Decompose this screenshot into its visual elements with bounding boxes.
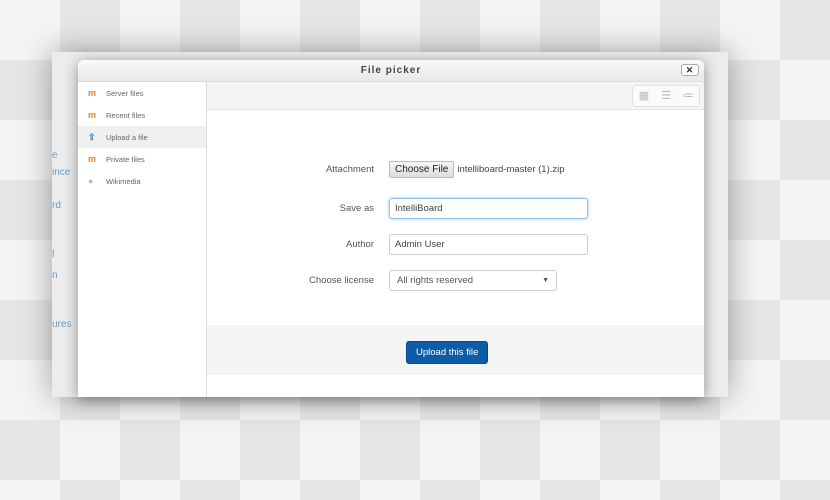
file-picker-dialog: File picker ✕ m Server files m Recent file… <box>78 60 704 397</box>
main-panel: ▦ ☰ ≔ Attachment Choose File intelliboar… <box>207 82 704 397</box>
save-as-label: Save as <box>339 203 374 214</box>
toolbar: ▦ ☰ ≔ <box>207 82 704 110</box>
sidebar-item-label: Wikimedia <box>106 176 141 186</box>
sidebar-item-recent-files[interactable]: m Recent files <box>78 104 206 126</box>
bg-text: ures <box>52 319 72 330</box>
dropdown-arrow-icon: ▼ <box>542 277 549 284</box>
sidebar-item-label: Server files <box>106 88 144 98</box>
wikimedia-icon: ● <box>88 175 94 186</box>
bg-text: e <box>52 150 58 161</box>
bg-text: n <box>52 270 58 281</box>
icons-view-icon[interactable]: ▦ <box>633 86 655 106</box>
dialog-title: File picker <box>360 65 422 76</box>
repository-sidebar: m Server files m Recent files ⇪ Upload a fi… <box>78 82 207 397</box>
sidebar-item-upload-a-file[interactable]: ⇪ Upload a file <box>78 126 206 148</box>
bg-text: l <box>52 249 55 260</box>
moodle-icon: m <box>88 87 97 98</box>
dialog-footer: Upload this file <box>207 325 704 375</box>
choose-file-button[interactable]: Choose File <box>389 161 455 178</box>
dialog-header: File picker ✕ <box>78 60 704 82</box>
license-select[interactable]: All rights reserved ▼ <box>389 270 557 291</box>
sidebar-item-wikimedia[interactable]: ● Wikimedia <box>78 170 206 192</box>
license-value: All rights reserved <box>397 275 474 286</box>
view-switcher: ▦ ☰ ≔ <box>632 85 700 107</box>
close-button[interactable]: ✕ <box>681 64 699 76</box>
moodle-icon: m <box>88 153 97 164</box>
sidebar-item-label: Upload a file <box>106 132 148 142</box>
author-input[interactable]: Admin User <box>389 234 588 255</box>
sidebar-item-private-files[interactable]: m Private files <box>78 148 206 170</box>
upload-icon: ⇪ <box>88 131 96 142</box>
sidebar-item-label: Recent files <box>106 110 146 120</box>
tree-view-icon[interactable]: ≔ <box>677 86 699 106</box>
sidebar-item-server-files[interactable]: m Server files <box>78 82 206 104</box>
list-view-icon[interactable]: ☰ <box>655 86 677 106</box>
bg-text: ince <box>52 167 71 178</box>
save-as-input[interactable]: IntelliBoard <box>389 198 588 219</box>
bg-text: rd <box>52 200 61 211</box>
attachment-label: Attachment <box>325 164 374 175</box>
upload-this-file-button[interactable]: Upload this file <box>406 341 489 364</box>
sidebar-item-label: Private files <box>106 154 145 164</box>
selected-file-name: intelliboard-master (1).zip <box>457 164 565 175</box>
license-label: Choose license <box>309 275 374 286</box>
moodle-icon: m <box>88 109 97 120</box>
author-label: Author <box>346 239 374 250</box>
